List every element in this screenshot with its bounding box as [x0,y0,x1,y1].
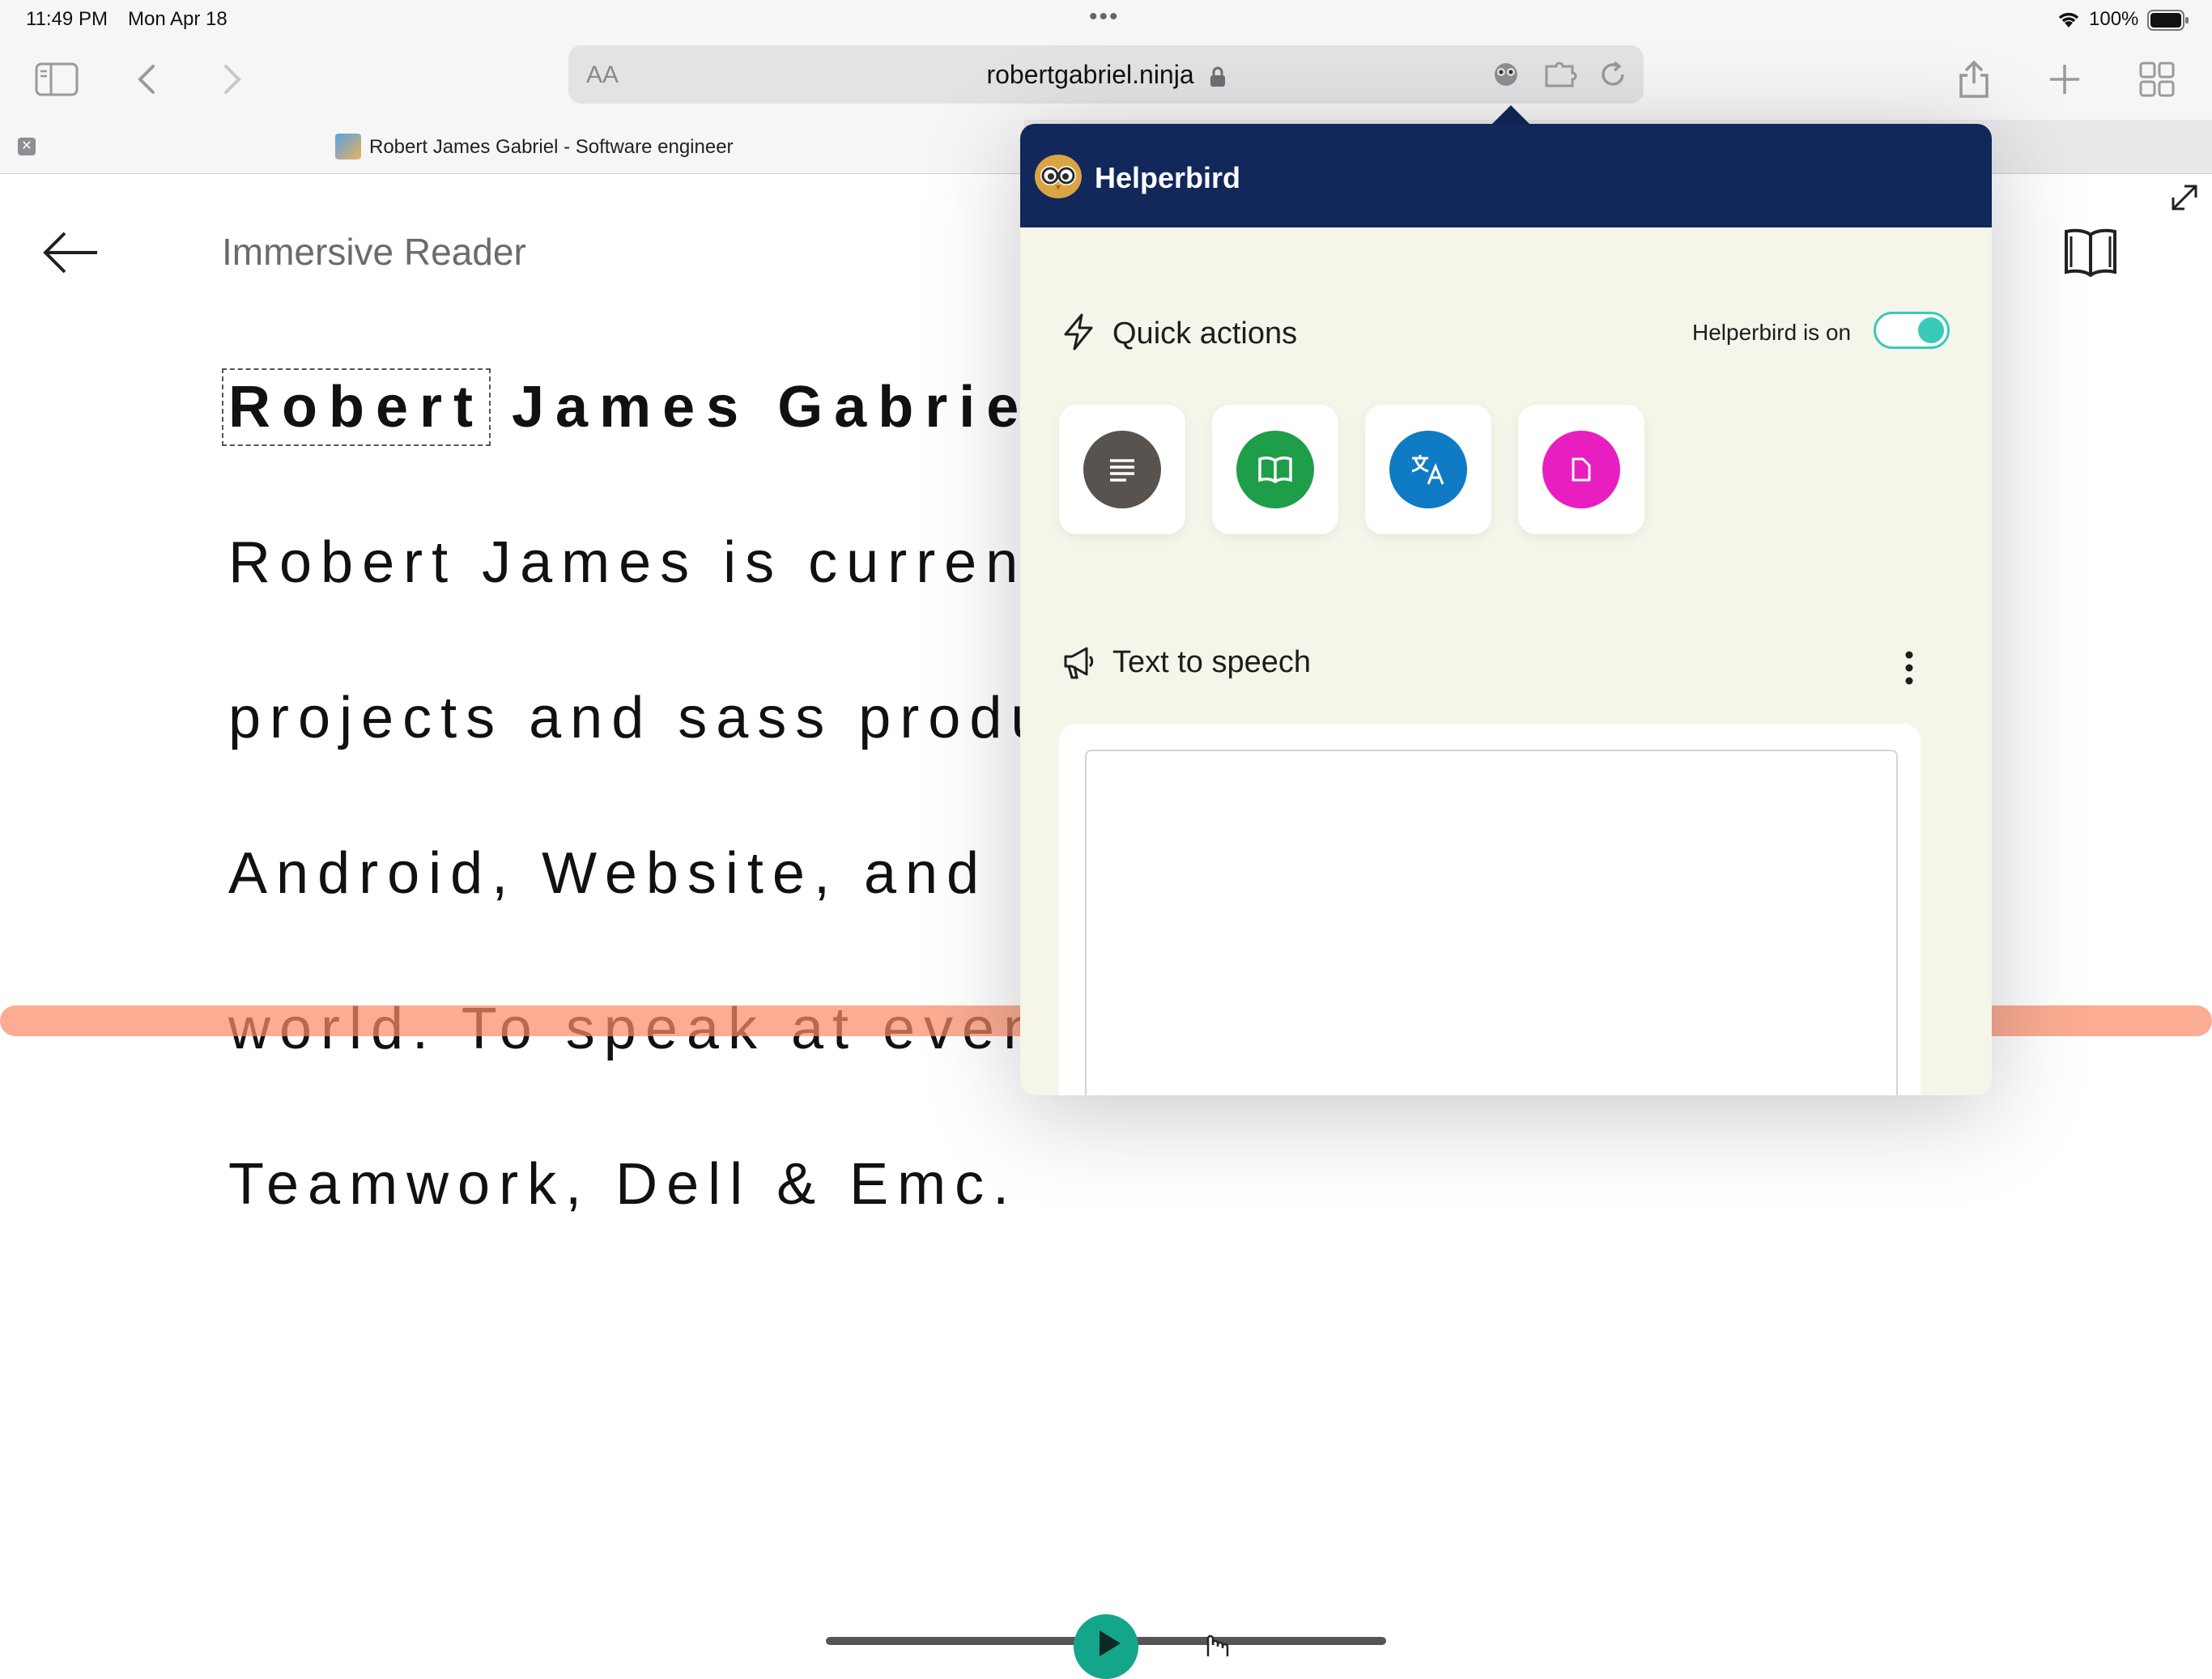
status-bar: 11:49 PM Mon Apr 18 ••• 100% [0,0,2212,39]
lock-icon [1210,66,1225,87]
reader-title: Immersive Reader [222,231,526,273]
reader-line: Android, Website, and [228,841,989,906]
battery-icon [2147,10,2189,31]
translate-icon [1389,431,1467,508]
browser-toolbar: AA robertgabriel.ninja [0,39,2212,120]
text-to-speech-label: Text to speech [1112,645,1312,679]
tab-close-icon[interactable]: ✕ [18,138,36,155]
heading-rest: James Gabriel [484,375,1058,440]
reader-line: Teamwork, Dell & Emc. [228,1152,1019,1217]
sidebar-toggle-icon[interactable] [32,55,81,104]
focused-word[interactable]: Robert [222,368,491,446]
url-text: robertgabriel.ninja [986,60,1194,89]
helperbird-panel: Helperbird Quick actions Helperbird is o… [1020,124,1992,1095]
url-host: robertgabriel.ninja [568,60,1644,90]
helperbird-status-label: Helperbird is on [1692,320,1852,345]
book-icon [1236,431,1314,508]
reload-icon[interactable] [1598,60,1627,89]
status-time: 11:49 PM [26,8,108,30]
back-icon[interactable] [123,55,172,104]
reader-line: Robert James is currently [228,530,1112,595]
lightning-icon [1064,313,1093,351]
popover-arrow [1491,105,1530,125]
text-lines-icon [1083,431,1161,508]
tts-card [1059,724,1921,1095]
megaphone-icon [1064,647,1094,679]
helperbird-on-toggle[interactable] [1874,312,1950,349]
battery-percent: 100% [2089,8,2139,30]
tab-active[interactable]: ✕ Robert James Gabriel - Software engine… [0,120,1024,173]
quick-action-document[interactable] [1518,405,1644,534]
quick-action-translate[interactable] [1365,405,1491,534]
quick-action-immersive-reader[interactable] [1212,405,1338,534]
reader-back-arrow-icon[interactable] [40,228,100,277]
hand-cursor-icon [1206,1634,1229,1656]
play-icon[interactable] [1074,1614,1138,1679]
document-icon [1542,431,1620,508]
quick-action-reader[interactable] [1059,405,1185,534]
forward-icon[interactable] [207,55,256,104]
wifi-icon [2058,12,2079,28]
more-options-icon[interactable] [1904,650,1914,686]
address-bar[interactable]: AA robertgabriel.ninja [568,45,1644,104]
reader-heading: Robert James Gabriel [222,368,1058,446]
helperbird-owl-logo-icon [1035,155,1082,198]
reader-line: projects and sass products [228,686,1154,750]
tts-text-area[interactable] [1085,750,1898,1095]
share-icon[interactable] [1950,55,1998,104]
extensions-puzzle-icon[interactable] [1543,60,1577,89]
new-tab-icon[interactable] [2040,55,2089,104]
helperbird-extension-icon[interactable] [1490,60,1522,89]
helperbird-title: Helperbird [1095,161,1241,194]
multitasking-dots-icon[interactable]: ••• [1089,3,1120,31]
tab-overview-icon[interactable] [2133,55,2181,104]
quick-actions-label: Quick actions [1112,317,1298,351]
helperbird-header: Helperbird [1020,124,1992,227]
tab-title: Robert James Gabriel - Software engineer [369,136,734,158]
expand-icon[interactable] [2170,183,2199,212]
status-date: Mon Apr 18 [128,8,228,30]
tab-favicon-icon [335,134,361,159]
reader-book-icon[interactable] [2063,227,2118,277]
